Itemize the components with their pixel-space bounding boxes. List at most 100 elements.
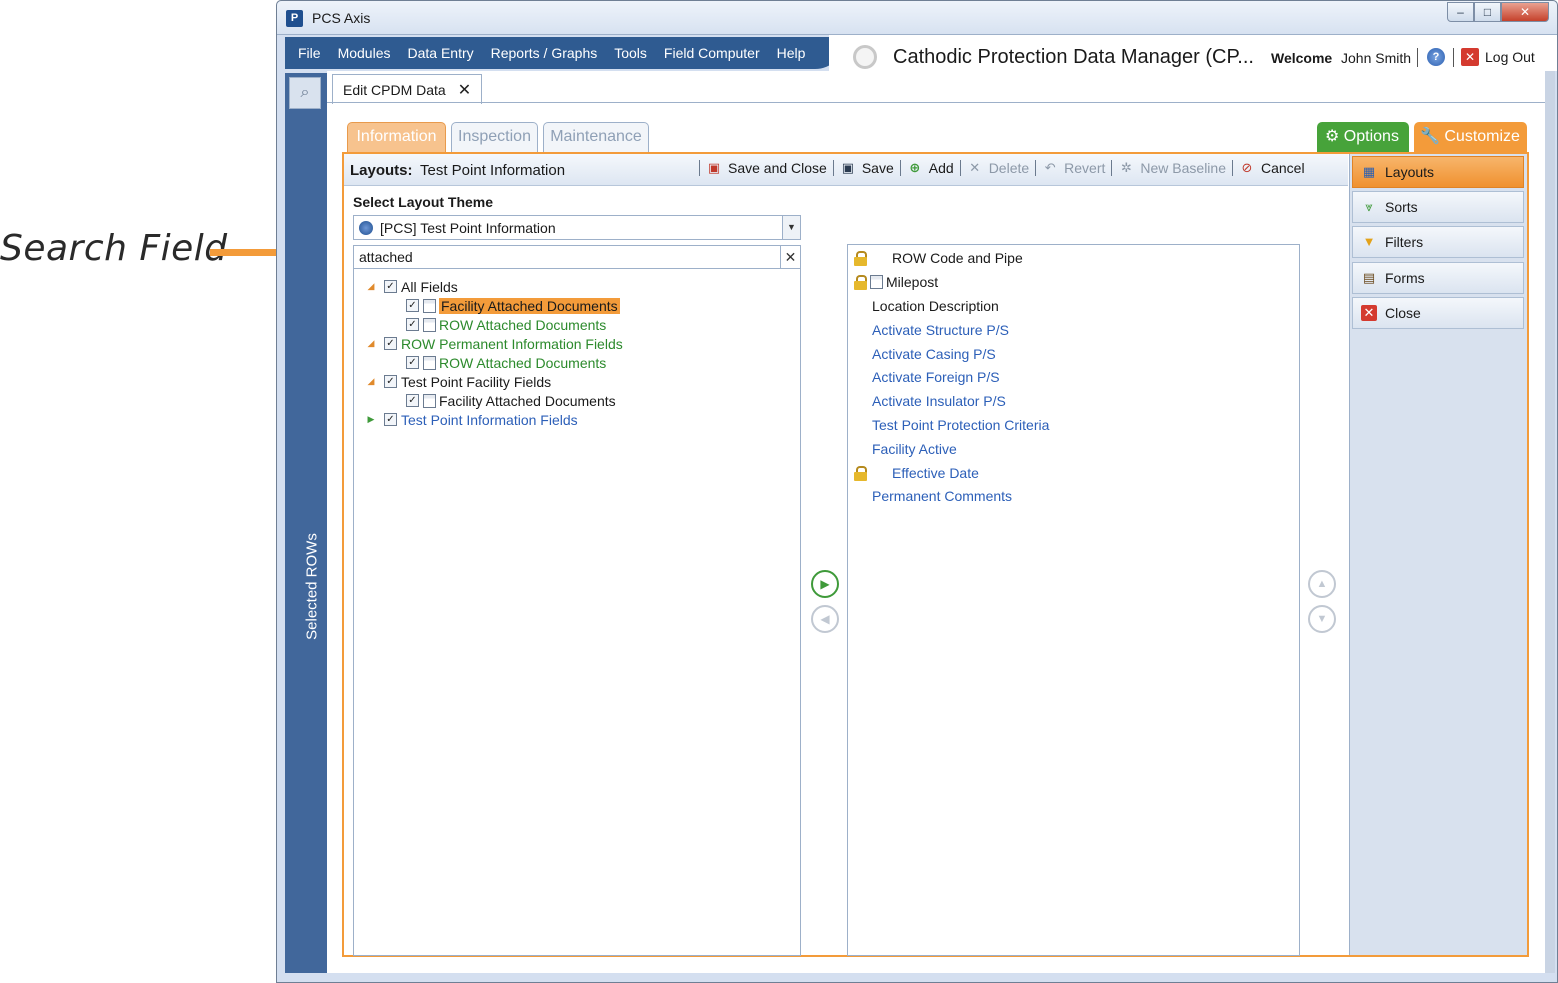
tab-edit-cpdm-data[interactable]: Edit CPDM Data ✕ xyxy=(332,74,483,104)
menu-data-entry[interactable]: Data Entry xyxy=(407,45,473,61)
menu-file[interactable]: File xyxy=(298,45,321,61)
app-window: P PCS Axis – □ ✕ File Modules Data Entry… xyxy=(276,0,1558,983)
chevron-down-icon[interactable]: ▼ xyxy=(782,216,800,239)
checkbox[interactable]: ✓ xyxy=(406,394,419,407)
menu-tools[interactable]: Tools xyxy=(614,45,647,61)
close-window-button[interactable]: ✕ xyxy=(1501,2,1549,22)
tree-node[interactable]: ✓ ROW Attached Documents xyxy=(406,315,606,334)
main-content: Edit CPDM Data ✕ Information Inspection … xyxy=(327,71,1545,973)
lock-icon xyxy=(854,465,867,481)
search-icon[interactable]: ⌕ xyxy=(289,77,321,109)
cancel-button[interactable]: ⊘ Cancel xyxy=(1239,160,1305,176)
menu-help[interactable]: Help xyxy=(777,45,806,61)
cancel-icon: ⊘ xyxy=(1241,160,1253,175)
menu-field-computer[interactable]: Field Computer xyxy=(664,45,760,61)
sidebar-item-sorts[interactable]: ⩔ Sorts xyxy=(1352,191,1524,223)
checkbox[interactable]: ✓ xyxy=(406,318,419,331)
tree-node[interactable]: ✓ Facility Attached Documents xyxy=(406,296,620,315)
logout-link[interactable]: Log Out xyxy=(1485,49,1535,65)
tree-node-label: Facility Attached Documents xyxy=(439,392,616,409)
tab-maintenance[interactable]: Maintenance xyxy=(543,122,649,152)
globe-icon xyxy=(359,221,373,235)
list-item[interactable]: Facility Active xyxy=(872,439,957,459)
search-input[interactable]: attached ✕ xyxy=(353,245,801,269)
new-baseline-button[interactable]: ✲ New Baseline xyxy=(1118,160,1226,176)
maximize-button[interactable]: □ xyxy=(1474,2,1501,22)
collapsed-arrow-icon[interactable]: ▶ xyxy=(364,414,378,425)
grid-field-icon xyxy=(423,317,436,332)
revert-button[interactable]: ↶ Revert xyxy=(1042,160,1106,176)
username: John Smith xyxy=(1341,50,1412,66)
save-and-close-button[interactable]: ▣ Save and Close xyxy=(706,160,827,176)
save-label: Save xyxy=(861,160,894,176)
toolbar-divider xyxy=(1232,160,1233,176)
expanded-arrow-icon[interactable]: ◢ xyxy=(364,376,378,387)
help-icon[interactable]: ? xyxy=(1427,48,1445,66)
customize-side-nav: ▦ Layouts ⩔ Sorts ▼ Filters ▤ Forms ✕ Cl… xyxy=(1349,154,1527,955)
tree-node-label: Test Point Facility Fields xyxy=(401,373,552,390)
delete-button[interactable]: ✕ Delete xyxy=(967,160,1029,176)
logout-icon[interactable]: ✕ xyxy=(1461,48,1479,66)
menu-reports-graphs[interactable]: Reports / Graphs xyxy=(491,45,598,61)
move-right-arrow-icon[interactable]: ▶ xyxy=(811,570,839,598)
customize-button[interactable]: 🔧 Customize xyxy=(1414,122,1527,152)
list-item[interactable]: Milepost xyxy=(854,272,938,292)
tree-node[interactable]: ▶ ✓ Test Point Information Fields xyxy=(364,410,578,429)
options-button[interactable]: ⚙ Options xyxy=(1317,122,1409,152)
tree-node-label: All Fields xyxy=(401,278,458,295)
list-item[interactable]: Activate Casing P/S xyxy=(872,344,996,364)
expanded-arrow-icon[interactable]: ◢ xyxy=(364,281,378,292)
move-down-arrow-icon[interactable]: ▼ xyxy=(1308,605,1336,633)
toolbar-divider xyxy=(959,160,961,176)
grid-field-icon xyxy=(423,393,436,408)
toolbar-divider xyxy=(832,160,834,176)
toolbar-actions: ▣ Save and Close ▣ Save ⊕ Add ✕ Delete ↶… xyxy=(699,160,1311,176)
checkbox[interactable]: ✓ xyxy=(384,413,397,426)
list-item[interactable]: Permanent Comments xyxy=(872,486,1012,506)
checkbox[interactable]: ✓ xyxy=(384,280,397,293)
menu-modules[interactable]: Modules xyxy=(338,45,391,61)
expanded-arrow-icon[interactable]: ◢ xyxy=(364,338,378,349)
tree-node[interactable]: ◢ ✓ Test Point Facility Fields xyxy=(364,372,552,391)
tree-node-label: Test Point Information Fields xyxy=(401,411,578,428)
layout-theme-select[interactable]: [PCS] Test Point Information ▼ xyxy=(353,215,801,240)
list-item[interactable]: Effective Date xyxy=(854,463,979,483)
tree-node[interactable]: ✓ Facility Attached Documents xyxy=(406,391,616,410)
tree-node[interactable]: ◢ ✓ ROW Permanent Information Fields xyxy=(364,334,623,353)
welcome-label: Welcome xyxy=(1271,50,1333,66)
minimize-button[interactable]: – xyxy=(1447,2,1474,22)
sidebar-item-forms[interactable]: ▤ Forms xyxy=(1352,262,1524,294)
tree-node-label: Facility Attached Documents xyxy=(439,297,620,314)
list-item[interactable]: Activate Structure P/S xyxy=(872,320,1009,340)
list-item[interactable]: Activate Foreign P/S xyxy=(872,367,1000,387)
list-item[interactable]: Location Description xyxy=(872,296,999,316)
selected-rows-panel-toggle[interactable]: Selected ROWs xyxy=(304,532,321,642)
save-button[interactable]: ▣ Save xyxy=(840,160,894,176)
tree-node[interactable]: ✓ ROW Attached Documents xyxy=(406,353,606,372)
checkbox[interactable]: ✓ xyxy=(384,375,397,388)
sidebar-item-layouts[interactable]: ▦ Layouts xyxy=(1352,156,1524,188)
checkbox[interactable]: ✓ xyxy=(406,299,419,312)
list-item-label: Facility Active xyxy=(872,441,957,457)
list-item[interactable]: ROW Code and Pipe xyxy=(854,248,1023,268)
tab-inspection[interactable]: Inspection xyxy=(451,122,538,152)
delete-icon: ✕ xyxy=(969,160,981,175)
gear-icon: ⚙ xyxy=(1325,128,1340,145)
sidebar-item-filters[interactable]: ▼ Filters xyxy=(1352,226,1524,258)
list-item[interactable]: Activate Insulator P/S xyxy=(872,391,1006,411)
clear-search-icon[interactable]: ✕ xyxy=(780,246,800,268)
sidebar-item-label: Forms xyxy=(1385,270,1425,286)
wrench-icon: 🔧 xyxy=(1420,128,1440,145)
move-left-arrow-icon[interactable]: ◀ xyxy=(811,605,839,633)
sidebar-item-close[interactable]: ✕ Close xyxy=(1352,297,1524,329)
tree-node[interactable]: ◢ ✓ All Fields xyxy=(364,277,458,296)
add-button[interactable]: ⊕ Add xyxy=(907,160,953,176)
move-up-arrow-icon[interactable]: ▲ xyxy=(1308,570,1336,598)
tab-information[interactable]: Information xyxy=(347,122,446,152)
checkbox[interactable]: ✓ xyxy=(406,356,419,369)
baseline-icon: ✲ xyxy=(1120,160,1132,175)
list-item[interactable]: Test Point Protection Criteria xyxy=(872,415,1049,435)
available-fields-tree: ◢ ✓ All Fields ✓ Facility Attached Docum… xyxy=(353,269,801,956)
checkbox[interactable]: ✓ xyxy=(384,337,397,350)
close-tab-icon[interactable]: ✕ xyxy=(458,80,471,100)
